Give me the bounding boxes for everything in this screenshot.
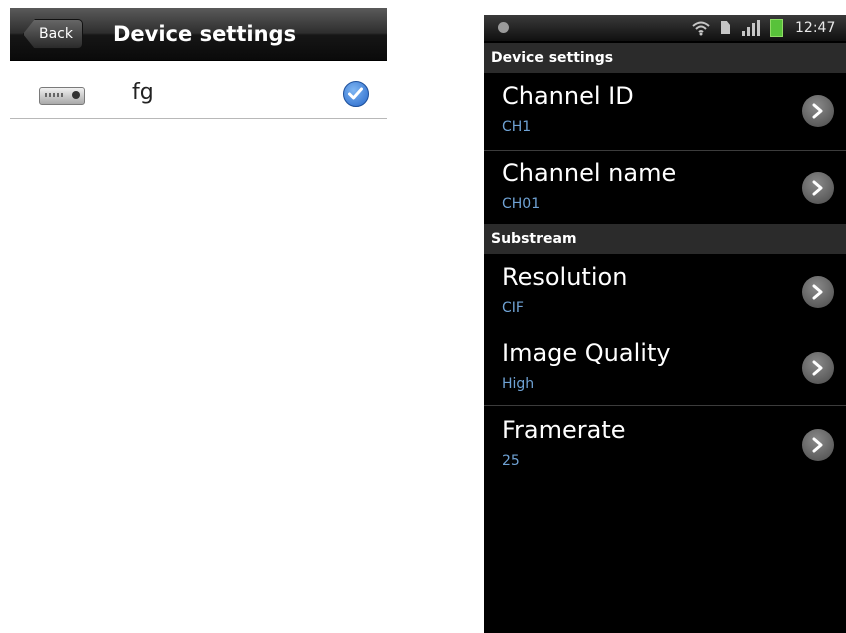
device-name: fg [132,80,154,105]
notification-icon [498,22,509,33]
setting-value: CH1 [502,119,532,135]
page-title: Device settings [113,22,297,46]
device-icon [39,87,85,105]
setting-image-quality[interactable]: Image Quality High [484,330,846,404]
check-icon[interactable] [343,81,369,107]
setting-label: Channel name [502,159,677,187]
setting-label: Framerate [502,416,626,444]
chevron-right-icon [802,172,834,204]
status-time: 12:47 [795,20,836,36]
left-screen: Back Device settings fg [10,8,387,630]
battery-icon [770,19,783,37]
chevron-right-icon [802,429,834,461]
back-button[interactable]: Back [23,19,83,49]
setting-label: Resolution [502,263,628,291]
setting-resolution[interactable]: Resolution CIF [484,254,846,328]
section-header-device-settings: Device settings [484,43,846,73]
navigation-bar: Back Device settings [10,8,387,61]
chevron-right-icon [802,95,834,127]
device-row[interactable]: fg [10,68,387,119]
setting-value: High [502,376,535,392]
chevron-right-icon [802,276,834,308]
signal-icon [742,20,760,36]
setting-label: Channel ID [502,82,634,110]
status-bar: 12:47 [484,15,846,41]
sim-icon [721,21,730,34]
chevron-right-icon [802,352,834,384]
right-screen: 12:47 Device settings Channel ID CH1 Cha… [484,15,846,633]
setting-framerate[interactable]: Framerate 25 [484,407,846,481]
setting-value: CIF [502,300,524,316]
wifi-icon [692,21,710,36]
setting-channel-name[interactable]: Channel name CH01 [484,150,846,224]
setting-value: CH01 [502,196,541,212]
setting-channel-id[interactable]: Channel ID CH1 [484,73,846,147]
section-header-substream: Substream [484,224,846,254]
divider [484,405,846,406]
setting-label: Image Quality [502,339,671,367]
setting-value: 25 [502,453,520,469]
